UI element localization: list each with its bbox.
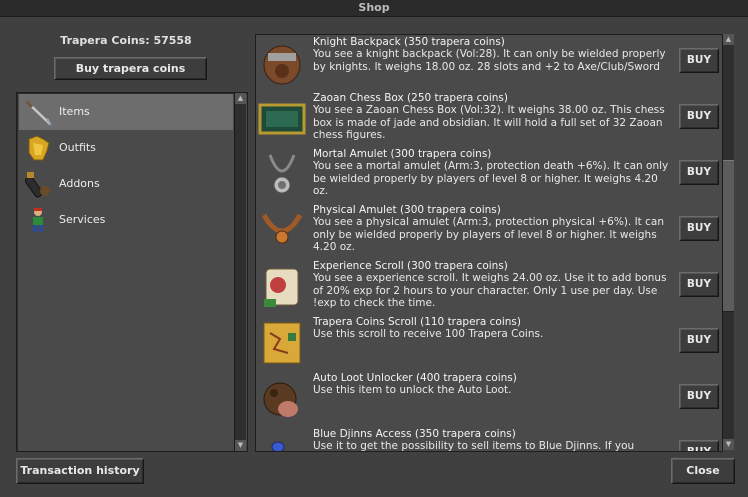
category-label: Addons [59, 177, 100, 190]
item-name: Knight Backpack (350 trapera coins) [313, 36, 505, 48]
list-item: Zaoan Chess Box (250 trapera coins) You … [256, 91, 722, 147]
category-label: Items [59, 105, 90, 118]
close-button[interactable]: Close [671, 458, 735, 484]
scroll-up-icon[interactable]: ▲ [235, 93, 246, 104]
list-item: Physical Amulet (300 trapera coins) You … [256, 203, 722, 259]
buy-button[interactable]: BUY [679, 440, 719, 451]
item-name: Experience Scroll (300 trapera coins) [313, 260, 508, 272]
buy-button[interactable]: BUY [679, 160, 719, 185]
spear-icon [24, 99, 52, 126]
list-item: Blue Djinns Access (350 trapera coins) U… [256, 427, 722, 452]
item-name: Zaoan Chess Box (250 trapera coins) [313, 92, 508, 104]
list-item: Knight Backpack (350 trapera coins) You … [256, 35, 722, 91]
category-label: Outfits [59, 141, 96, 154]
item-name: Mortal Amulet (300 trapera coins) [313, 148, 492, 160]
buy-button[interactable]: BUY [679, 384, 719, 409]
scroll-down-icon[interactable]: ▼ [235, 440, 246, 451]
scroll-icon [264, 268, 299, 307]
category-addons[interactable]: Addons [19, 166, 233, 202]
scroll-down-icon[interactable]: ▼ [723, 439, 734, 450]
map-scroll-icon [263, 322, 301, 364]
list-item: Auto Loot Unlocker (400 trapera coins) U… [256, 371, 722, 427]
category-items[interactable]: Items [19, 94, 233, 130]
list-item: Trapera Coins Scroll (110 trapera coins)… [256, 315, 722, 371]
list-item: Experience Scroll (300 trapera coins) Yo… [256, 259, 722, 315]
item-description: Use this item to unlock the Auto Loot. [313, 384, 512, 396]
item-list: Knight Backpack (350 trapera coins) You … [255, 34, 723, 452]
item-description: You see a mortal amulet (Arm:3, protecti… [313, 160, 669, 197]
buy-button[interactable]: BUY [679, 272, 719, 297]
item-name: Auto Loot Unlocker (400 trapera coins) [313, 372, 517, 384]
golden-armor-icon [28, 135, 50, 161]
chess-box-icon [258, 103, 306, 135]
item-description: Use it to get the possibility to sell it… [313, 440, 635, 452]
buy-button[interactable]: BUY [679, 48, 719, 73]
transaction-history-button[interactable]: Transaction history [16, 458, 144, 484]
item-name: Trapera Coins Scroll (110 trapera coins) [313, 316, 521, 328]
item-description: You see a Zaoan Chess Box (Vol:32). It w… [313, 104, 665, 141]
cannon-icon [24, 172, 50, 198]
buy-coins-button[interactable]: Buy trapera coins [54, 57, 207, 80]
item-description: Use this scroll to receive 100 Trapera C… [313, 328, 544, 340]
scroll-up-icon[interactable]: ▲ [723, 34, 734, 45]
character-icon [33, 208, 43, 232]
buy-button[interactable]: BUY [679, 216, 719, 241]
scrollbar-thumb[interactable] [723, 160, 734, 312]
category-label: Services [59, 213, 106, 226]
shop-window: Shop Trapera Coins: 57558 Buy trapera co… [0, 0, 748, 497]
item-scrollbar[interactable]: ▲ ▼ [722, 34, 734, 450]
item-description: You see a knight backpack (Vol:28). It c… [313, 48, 666, 73]
list-item: Mortal Amulet (300 trapera coins) You se… [256, 147, 722, 203]
category-list: Items Outfits Addons Services ▲ ▼ [16, 92, 248, 452]
coin-balance: Trapera Coins: 57558 [60, 34, 192, 47]
item-description: You see a physical amulet (Arm:3, protec… [313, 216, 665, 253]
backpack-icon [263, 45, 301, 85]
buy-button[interactable]: BUY [679, 328, 719, 353]
amulet-icon [268, 154, 296, 194]
item-name: Physical Amulet (300 trapera coins) [313, 204, 501, 216]
category-services[interactable]: Services [19, 202, 233, 238]
amulet-icon [261, 213, 303, 244]
buy-button[interactable]: BUY [679, 104, 719, 129]
category-outfits[interactable]: Outfits [19, 130, 233, 166]
item-description: You see a experience scroll. It weighs 2… [313, 272, 667, 309]
item-name: Blue Djinns Access (350 trapera coins) [313, 428, 516, 440]
category-scrollbar[interactable]: ▲ ▼ [234, 93, 246, 451]
window-title: Shop [0, 0, 748, 17]
lamp-icon [271, 441, 285, 451]
loot-bag-icon [263, 382, 298, 417]
